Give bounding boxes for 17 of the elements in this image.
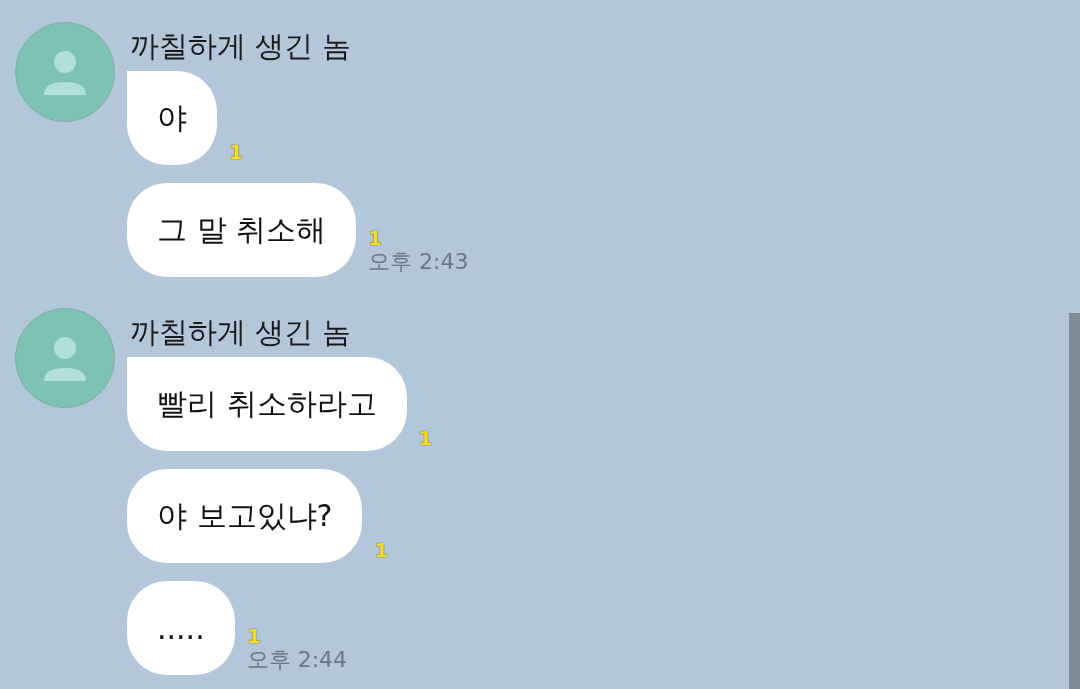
sender-name: 까칠하게 생긴 놈: [130, 28, 353, 65]
scrollbar[interactable]: [1069, 313, 1080, 689]
sender-name: 까칠하게 생긴 놈: [130, 314, 353, 351]
unread-count: 1: [229, 141, 243, 163]
message-bubble[interactable]: 야 보고있냐?: [127, 469, 363, 563]
unread-count: 1: [418, 427, 433, 449]
avatar-icon[interactable]: [15, 22, 115, 122]
message-time: 오후 2:43: [368, 249, 469, 275]
unread-count: 1: [368, 227, 382, 249]
message-bubble[interactable]: 빨리 취소하라고: [127, 357, 407, 451]
message-bubble[interactable]: 야: [127, 71, 217, 165]
message-bubble[interactable]: 그 말 취소해: [127, 183, 357, 277]
unread-count: 1: [246, 625, 261, 647]
message-bubble[interactable]: .....: [127, 581, 235, 675]
message-time: 오후 2:44: [246, 647, 348, 673]
unread-count: 1: [374, 539, 389, 561]
avatar-icon[interactable]: [15, 308, 115, 408]
